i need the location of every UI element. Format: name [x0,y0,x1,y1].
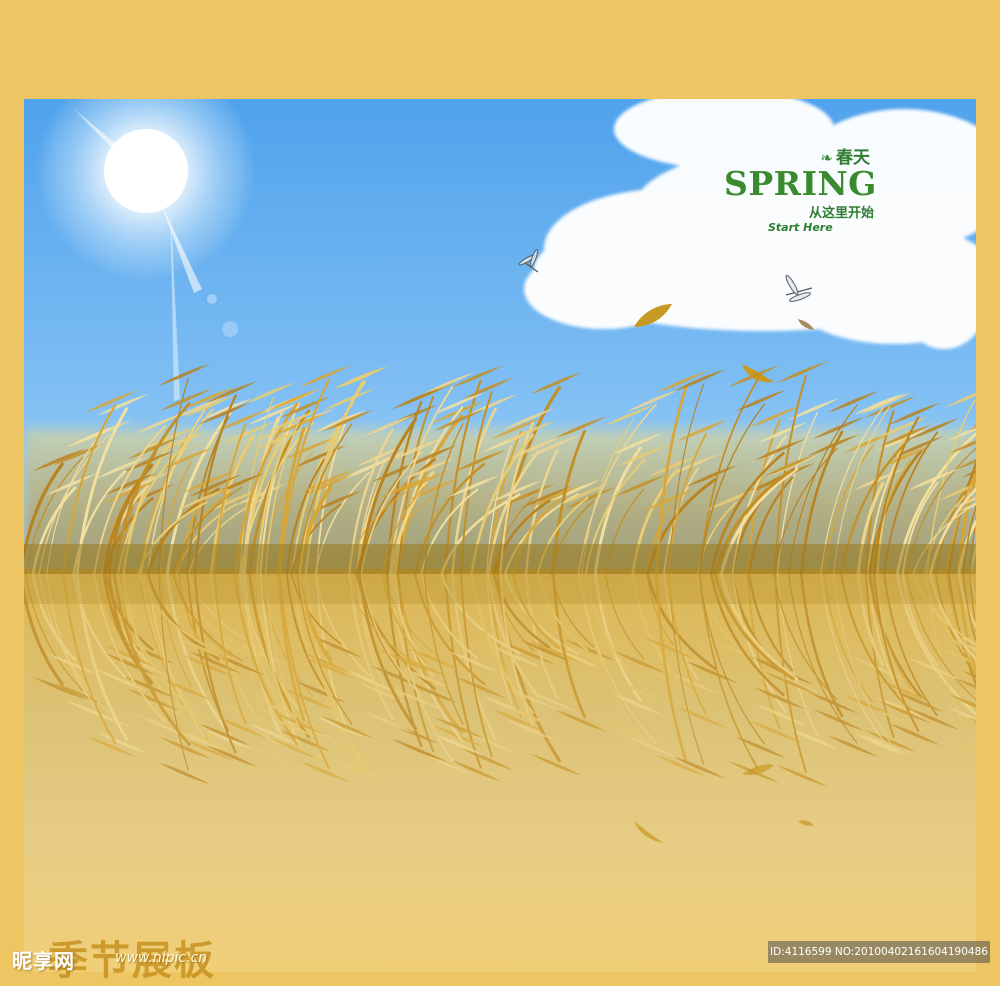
poster-frame: ❧ 春天 SPRING 从这里开始 Start Here [24,99,976,972]
brand-subtitle-en: Start Here [768,221,833,234]
brand-block: ❧ 春天 SPRING 从这里开始 Start Here [718,143,878,234]
reed-base [24,544,976,574]
watermark-image-id: ID:4116599 NO:20100402161604190486 [768,941,990,963]
watermark-site-url: www.nipic.cn [115,950,208,966]
brand-title: SPRING [724,164,877,203]
reflection-haze [24,574,976,834]
brand-subtitle-cn: 从这里开始 [808,206,874,221]
watermark-site-name: 昵享网 [12,949,75,973]
